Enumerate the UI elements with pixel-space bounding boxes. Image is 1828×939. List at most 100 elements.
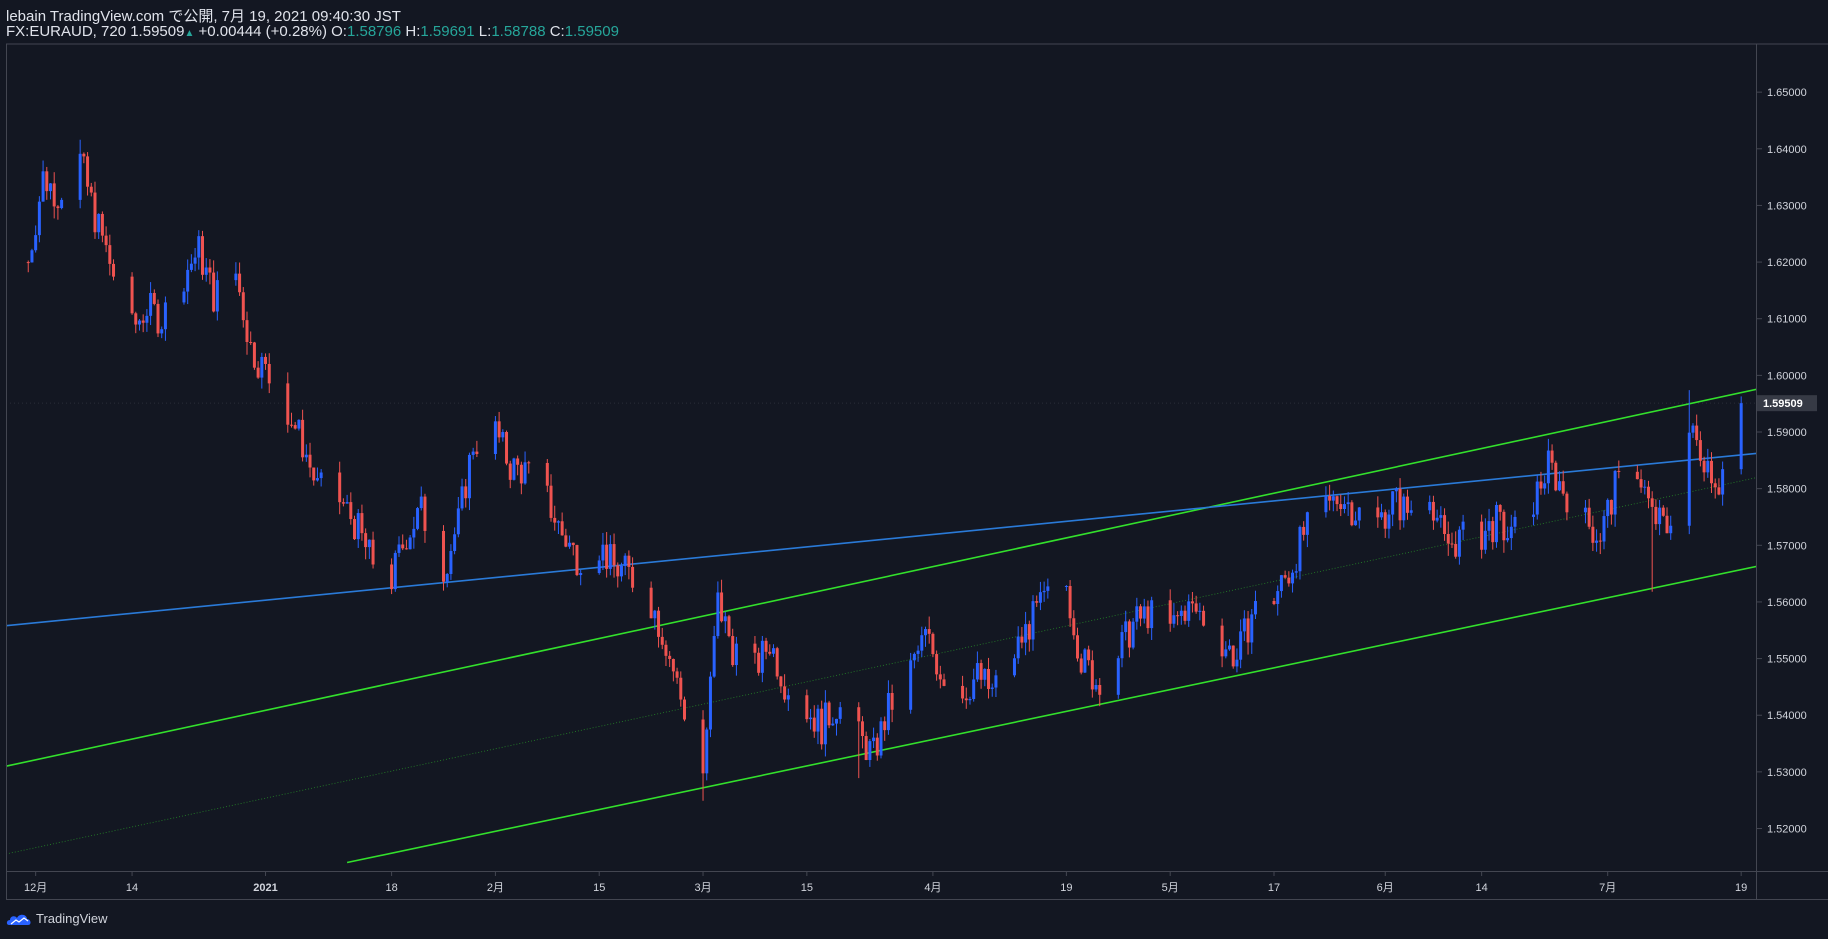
y-tick-label: 1.57000 [1767, 540, 1807, 552]
candle-body [215, 280, 219, 312]
candle [612, 533, 616, 578]
candle-body [1302, 526, 1306, 535]
candle [297, 419, 301, 431]
candle-body [289, 424, 293, 426]
candle [1457, 526, 1461, 565]
candle [93, 181, 97, 239]
candle [134, 311, 138, 334]
candle-body [1120, 632, 1124, 659]
candle-body [875, 737, 879, 756]
candle [241, 287, 245, 328]
candle [408, 534, 412, 550]
candle-body [938, 674, 942, 680]
candle [1090, 650, 1094, 698]
candle [256, 361, 260, 379]
candle [1031, 595, 1035, 651]
candle [293, 421, 297, 430]
drawing-lines[interactable] [5, 335, 1828, 864]
candle-body [301, 419, 305, 458]
candle-body [1068, 586, 1072, 619]
candle-body [597, 560, 601, 574]
candle [26, 260, 30, 273]
candle-body [1342, 504, 1346, 510]
candle [1639, 469, 1643, 493]
candle [1454, 531, 1458, 559]
candle [1598, 533, 1602, 555]
candle [1591, 515, 1595, 551]
candle-body [872, 737, 876, 742]
candle [86, 152, 90, 196]
candle [208, 259, 212, 285]
candle-body [512, 458, 516, 480]
candle [1324, 486, 1328, 518]
candle-body [445, 573, 449, 582]
last-price-tag: 1.59509 [1757, 395, 1817, 412]
candle [1331, 490, 1335, 512]
candle [760, 635, 764, 683]
candle [201, 230, 205, 280]
candle [41, 160, 45, 202]
candle-body [493, 421, 497, 454]
candle-body [37, 201, 41, 236]
chart[interactable]: 1.52000 1.53000 1.54000 1.55000 1.56000 1.570… [0, 0, 1828, 939]
candle [141, 314, 145, 333]
candle-body [1194, 603, 1198, 612]
tradingview-logo[interactable]: TradingView [6, 911, 108, 926]
candle-body [868, 741, 872, 761]
x-tick-label: 19 [1060, 882, 1072, 894]
candle-body [716, 592, 720, 637]
candle [1142, 598, 1146, 624]
candle-body [1083, 649, 1087, 673]
candle [860, 716, 864, 749]
candle [1012, 654, 1016, 678]
candle [1635, 465, 1639, 480]
candle-body [408, 537, 412, 550]
candle-body [1220, 625, 1224, 657]
candle [1583, 500, 1587, 524]
candle-body [186, 269, 190, 292]
candle-body [501, 432, 505, 438]
candle [312, 467, 316, 486]
candle [605, 532, 609, 578]
candle-body [60, 199, 64, 209]
candle [453, 527, 457, 555]
candle [916, 645, 920, 662]
candle [1228, 639, 1232, 651]
candle [1024, 611, 1028, 656]
candle [1183, 605, 1187, 625]
candle [975, 651, 979, 682]
candle [764, 637, 768, 660]
candle-body [631, 566, 635, 588]
candle [775, 646, 779, 680]
high-label: H: [405, 23, 421, 40]
candle-body [753, 643, 757, 653]
candle [1398, 478, 1402, 530]
candle-body [404, 548, 408, 550]
candle-body [204, 267, 208, 275]
candle-body [623, 555, 627, 566]
candle-body [234, 273, 238, 281]
candle-body [1565, 493, 1569, 513]
candle [857, 702, 861, 779]
candle [341, 498, 345, 507]
candle [1380, 503, 1384, 520]
candle [1339, 494, 1343, 517]
candle [145, 309, 149, 332]
candle-body [923, 629, 927, 636]
candle-body [1591, 526, 1595, 543]
candle-body [1298, 526, 1302, 572]
candle-body [1502, 511, 1506, 541]
candle [112, 259, 116, 281]
candle [212, 260, 216, 313]
candle-body [104, 235, 108, 246]
candle [938, 665, 942, 689]
candle-body [549, 485, 553, 518]
candle [1190, 592, 1194, 613]
candle [601, 532, 605, 570]
candle [568, 535, 572, 549]
candle [560, 512, 564, 536]
candle [1346, 492, 1350, 516]
candle [360, 504, 364, 541]
candle-body [1090, 660, 1094, 690]
candle [1543, 475, 1547, 495]
